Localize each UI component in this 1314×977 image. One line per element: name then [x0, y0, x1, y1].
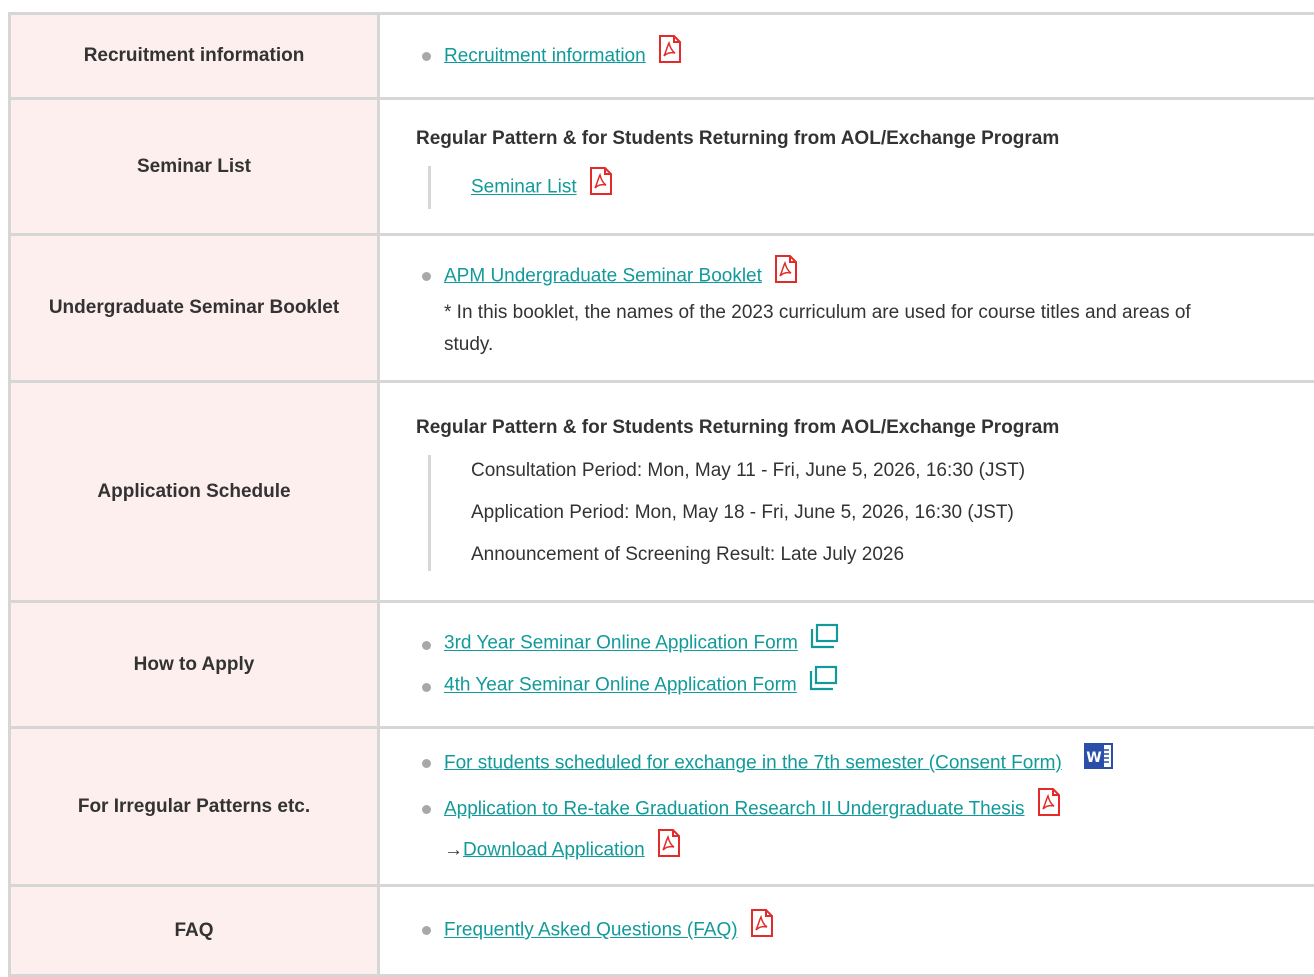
- row-content: APM Undergraduate Seminar Booklet * In th…: [379, 235, 1314, 382]
- row-content: Regular Pattern & for Students Returning…: [379, 382, 1314, 602]
- third-year-application-link[interactable]: 3rd Year Seminar Online Application Form: [444, 633, 798, 654]
- seminar-booklet-link[interactable]: APM Undergraduate Seminar Booklet: [444, 265, 762, 286]
- pdf-icon[interactable]: [589, 166, 613, 205]
- link-list: 3rd Year Seminar Online Application Form…: [416, 625, 1245, 704]
- row-header: Undergraduate Seminar Booklet: [10, 235, 379, 382]
- list-item: APM Undergraduate Seminar Booklet * In th…: [416, 256, 1245, 361]
- info-table: Recruitment information Recruitment info…: [8, 12, 1314, 977]
- row-content: 3rd Year Seminar Online Application Form…: [379, 602, 1314, 728]
- pdf-icon[interactable]: [1037, 787, 1061, 828]
- list-item: Application to Re-take Graduation Resear…: [416, 789, 1245, 871]
- svg-text:W: W: [1086, 750, 1101, 766]
- table-row: How to Apply 3rd Year Seminar Online App…: [10, 602, 1314, 728]
- word-doc-icon[interactable]: W: [1082, 741, 1114, 782]
- arrow-glyph: →: [444, 839, 463, 860]
- pdf-icon[interactable]: [658, 34, 682, 75]
- row-header: For Irregular Patterns etc.: [10, 728, 379, 886]
- link-list: Frequently Asked Questions (FAQ): [416, 910, 1245, 951]
- faq-link[interactable]: Frequently Asked Questions (FAQ): [444, 920, 738, 941]
- row-content: For students scheduled for exchange in t…: [379, 728, 1314, 886]
- list-item: 4th Year Seminar Online Application Form: [416, 667, 1245, 704]
- row-content: Regular Pattern & for Students Returning…: [379, 99, 1314, 235]
- list-item: For students scheduled for exchange in t…: [416, 743, 1245, 784]
- row-header: Application Schedule: [10, 382, 379, 602]
- link-list: For students scheduled for exchange in t…: [416, 743, 1245, 871]
- download-application-link[interactable]: Download Application: [463, 839, 645, 860]
- table-row: Seminar List Regular Pattern & for Stude…: [10, 99, 1314, 235]
- pdf-icon[interactable]: [774, 254, 798, 295]
- seminar-list-link[interactable]: Seminar List: [471, 177, 577, 198]
- recruitment-information-link[interactable]: Recruitment information: [444, 45, 646, 66]
- external-window-icon[interactable]: [809, 665, 839, 702]
- retake-thesis-application-link[interactable]: Application to Re-take Graduation Resear…: [444, 798, 1025, 819]
- table-row: FAQ Frequently Asked Questions (FAQ): [10, 886, 1314, 976]
- row-header: Seminar List: [10, 99, 379, 235]
- pdf-icon[interactable]: [657, 828, 681, 869]
- list-item: Frequently Asked Questions (FAQ): [416, 910, 1245, 951]
- list-item: Recruitment information: [416, 36, 1245, 77]
- consultation-period: Consultation Period: Mon, May 11 - Fri, …: [471, 457, 1245, 485]
- row-content: Recruitment information: [379, 14, 1314, 99]
- table-row: For Irregular Patterns etc. For students…: [10, 728, 1314, 886]
- exchange-consent-form-link[interactable]: For students scheduled for exchange in t…: [444, 752, 1062, 773]
- row-header: FAQ: [10, 886, 379, 976]
- announcement-date: Announcement of Screening Result: Late J…: [471, 541, 1245, 569]
- fourth-year-application-link[interactable]: 4th Year Seminar Online Application Form: [444, 675, 797, 696]
- booklet-note: * In this booklet, the names of the 2023…: [444, 297, 1245, 361]
- table-row: Application Schedule Regular Pattern & f…: [10, 382, 1314, 602]
- table-row: Undergraduate Seminar Booklet APM Underg…: [10, 235, 1314, 382]
- subheading: Regular Pattern & for Students Returning…: [416, 124, 1245, 154]
- row-content: Frequently Asked Questions (FAQ): [379, 886, 1314, 976]
- link-list: Recruitment information: [416, 36, 1245, 77]
- link-list: APM Undergraduate Seminar Booklet * In th…: [416, 256, 1245, 361]
- blockquote: Seminar List: [428, 166, 1245, 209]
- pdf-icon[interactable]: [750, 908, 774, 949]
- blockquote: Consultation Period: Mon, May 11 - Fri, …: [428, 455, 1245, 571]
- application-period: Application Period: Mon, May 18 - Fri, J…: [471, 499, 1245, 527]
- external-window-icon[interactable]: [810, 623, 840, 660]
- table-row: Recruitment information Recruitment info…: [10, 14, 1314, 99]
- list-item: 3rd Year Seminar Online Application Form: [416, 625, 1245, 662]
- subheading: Regular Pattern & for Students Returning…: [416, 413, 1245, 443]
- row-header: Recruitment information: [10, 14, 379, 99]
- row-header: How to Apply: [10, 602, 379, 728]
